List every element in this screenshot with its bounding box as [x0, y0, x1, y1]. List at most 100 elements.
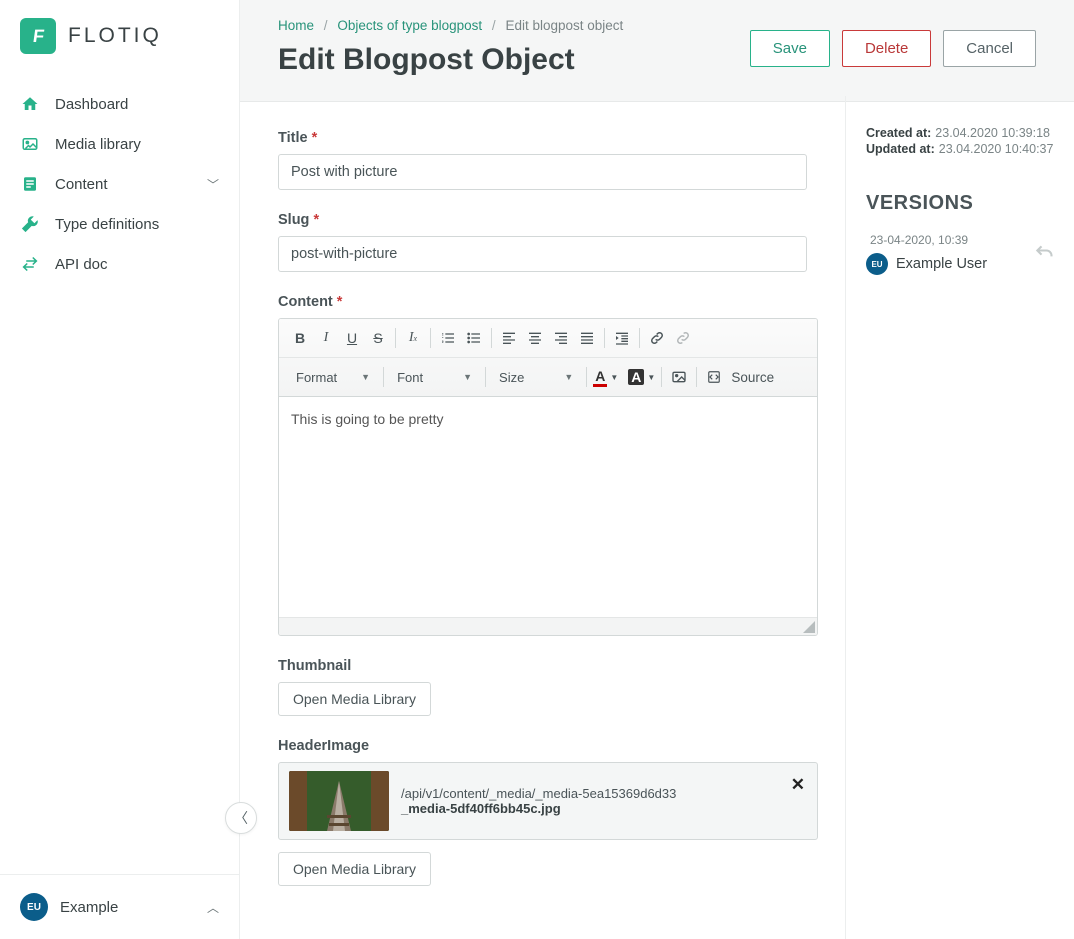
slug-label-text: Slug: [278, 212, 309, 228]
unlink-button[interactable]: [670, 325, 696, 351]
nav-media-label: Media library: [55, 136, 141, 153]
field-title: Title *: [278, 130, 807, 190]
format-select-label: Format: [296, 370, 337, 385]
meta-updated-label: Updated at:: [866, 142, 935, 156]
font-select[interactable]: Font▼: [388, 364, 481, 390]
home-icon: [20, 94, 40, 114]
editor-body[interactable]: This is going to be pretty: [279, 397, 817, 617]
brand-icon: F: [20, 18, 56, 54]
chevron-down-icon: ﹀: [207, 176, 219, 193]
brand-icon-letter: F: [31, 26, 45, 47]
meta-created-label: Created at:: [866, 126, 931, 140]
resize-grip-icon: [803, 621, 815, 633]
chevron-up-icon: ︿: [207, 899, 219, 916]
avatar-initials: EU: [27, 902, 41, 913]
title-input[interactable]: [278, 154, 807, 190]
header-actions: Save Delete Cancel: [750, 30, 1036, 67]
page-header: Home / Objects of type blogpost / Edit b…: [240, 0, 1074, 102]
field-slug: Slug *: [278, 212, 807, 272]
breadcrumb-sep: /: [492, 18, 496, 33]
thumbnail-open-media-button[interactable]: Open Media Library: [278, 682, 431, 716]
user-menu[interactable]: EU Example ︿: [0, 874, 239, 939]
nav-types[interactable]: Type definitions: [0, 204, 239, 244]
versions-title: VERSIONS: [866, 192, 1054, 215]
align-left-button[interactable]: [496, 325, 522, 351]
bg-color-button[interactable]: A▼: [626, 366, 657, 388]
user-name: Example: [60, 899, 118, 916]
version-date: 23-04-2020, 10:39: [870, 233, 1054, 247]
swap-icon: [20, 254, 40, 274]
title-label: Title *: [278, 130, 807, 146]
field-header-image: HeaderImage: [278, 738, 807, 886]
text-color-button[interactable]: A▼: [591, 366, 620, 388]
sidebar-collapse-button[interactable]: 〈: [225, 802, 257, 834]
size-select[interactable]: Size▼: [490, 364, 582, 390]
side-panel: Created at: 23.04.2020 10:39:18 Updated …: [846, 96, 1074, 939]
ordered-list-button[interactable]: [435, 325, 461, 351]
nav-api[interactable]: API doc: [0, 244, 239, 284]
nav-content[interactable]: Content ﹀: [0, 164, 239, 204]
brand[interactable]: F FLOTIQ: [0, 0, 239, 76]
cancel-button[interactable]: Cancel: [943, 30, 1036, 67]
outdent-button[interactable]: [609, 325, 635, 351]
nav-dashboard[interactable]: Dashboard: [0, 84, 239, 124]
breadcrumb-sep: /: [324, 18, 328, 33]
breadcrumb-current: Edit blogpost object: [505, 18, 623, 33]
wrench-icon: [20, 214, 40, 234]
slug-input[interactable]: [278, 236, 807, 272]
header-image-file: _media-5df40ff6bb45c.jpg: [401, 801, 676, 816]
meta-updated: Updated at: 23.04.2020 10:40:37: [866, 142, 1054, 156]
header-image-card: /api/v1/content/_media/_media-5ea15369d6…: [278, 762, 818, 840]
sidebar: F FLOTIQ Dashboard Media library Content…: [0, 0, 240, 939]
avatar: EU: [20, 893, 48, 921]
header-image-meta: /api/v1/content/_media/_media-5ea15369d6…: [401, 786, 676, 816]
thumbnail-label: Thumbnail: [278, 658, 807, 674]
avatar-initials: EU: [871, 260, 882, 269]
header-open-media-button[interactable]: Open Media Library: [278, 852, 431, 886]
unordered-list-button[interactable]: [461, 325, 487, 351]
italic-button[interactable]: I: [313, 325, 339, 351]
image-icon: [20, 134, 40, 154]
size-select-label: Size: [499, 370, 524, 385]
insert-image-button[interactable]: [666, 364, 692, 390]
nav-dashboard-label: Dashboard: [55, 96, 128, 113]
format-select[interactable]: Format▼: [287, 364, 379, 390]
breadcrumb-home[interactable]: Home: [278, 18, 314, 33]
align-justify-button[interactable]: [574, 325, 600, 351]
header-image-remove-button[interactable]: ✕: [791, 775, 805, 795]
chevron-left-icon: 〈: [234, 808, 248, 828]
editor-resize[interactable]: [279, 617, 817, 635]
link-button[interactable]: [644, 325, 670, 351]
source-label[interactable]: Source: [731, 370, 774, 385]
header-label: HeaderImage: [278, 738, 807, 754]
brand-name: FLOTIQ: [68, 24, 162, 48]
nav-content-label: Content: [55, 176, 108, 193]
title-label-text: Title: [278, 130, 308, 146]
field-content: Content * B I U S Ix: [278, 294, 807, 636]
nav: Dashboard Media library Content ﹀ Type d…: [0, 84, 239, 284]
source-button[interactable]: [701, 364, 727, 390]
clear-format-button[interactable]: Ix: [400, 325, 426, 351]
version-user-name: Example User: [896, 256, 987, 272]
nav-media[interactable]: Media library: [0, 124, 239, 164]
meta-created-value: 23.04.2020 10:39:18: [935, 126, 1050, 140]
breadcrumb-mid[interactable]: Objects of type blogpost: [337, 18, 482, 33]
align-right-button[interactable]: [548, 325, 574, 351]
underline-button[interactable]: U: [339, 325, 365, 351]
slug-label: Slug *: [278, 212, 807, 228]
bold-button[interactable]: B: [287, 325, 313, 351]
content-label-text: Content: [278, 294, 333, 310]
header-image-path: /api/v1/content/_media/_media-5ea15369d6…: [401, 786, 676, 801]
save-button[interactable]: Save: [750, 30, 830, 67]
version-revert-button[interactable]: [1034, 243, 1054, 263]
version-item: 23-04-2020, 10:39 EU Example User: [866, 233, 1054, 275]
align-center-button[interactable]: [522, 325, 548, 351]
nav-types-label: Type definitions: [55, 216, 159, 233]
editor-toolbar: B I U S Ix: [279, 319, 817, 397]
nav-api-label: API doc: [55, 256, 108, 273]
field-thumbnail: Thumbnail Open Media Library: [278, 658, 807, 716]
delete-button[interactable]: Delete: [842, 30, 931, 67]
document-icon: [20, 174, 40, 194]
strike-button[interactable]: S: [365, 325, 391, 351]
header-image-thumbnail: [289, 771, 389, 831]
